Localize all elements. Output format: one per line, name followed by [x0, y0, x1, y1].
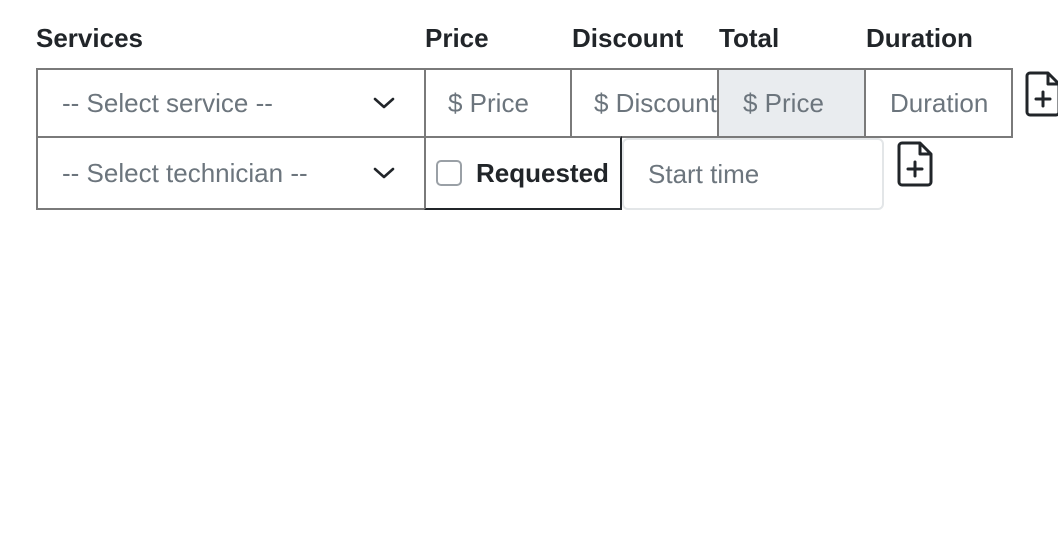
technician-select[interactable]: -- Select technician -- [36, 136, 426, 210]
start-time-field[interactable] [624, 140, 882, 208]
header-discount: Discount [572, 23, 684, 53]
file-plus-icon[interactable] [896, 140, 936, 188]
file-plus-icon[interactable] [1024, 70, 1058, 118]
header-total: Total [719, 23, 780, 53]
technician-select-value: -- Select technician -- [62, 157, 308, 188]
start-time-input[interactable] [622, 138, 884, 210]
requested-label: Requested [476, 157, 609, 188]
header-price: Price [425, 23, 489, 53]
duration-input[interactable] [864, 68, 1013, 138]
header-duration: Duration [866, 23, 973, 53]
price-input[interactable] [424, 68, 572, 138]
header-services: Services [36, 23, 143, 53]
chevron-down-icon [370, 89, 398, 117]
price-field[interactable] [426, 70, 570, 136]
discount-field[interactable] [572, 70, 717, 136]
service-select[interactable]: -- Select service -- [36, 68, 426, 138]
requested-checkbox[interactable] [436, 160, 462, 186]
service-select-value: -- Select service -- [62, 87, 273, 118]
requested-group[interactable]: Requested [424, 136, 622, 210]
total-input [717, 68, 866, 138]
duration-field[interactable] [866, 70, 1011, 136]
total-field [719, 70, 864, 136]
discount-input[interactable] [570, 68, 719, 138]
chevron-down-icon [370, 159, 398, 187]
